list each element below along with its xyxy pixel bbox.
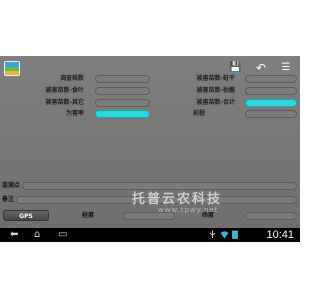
label-damage-rate: 为害率: [65, 110, 84, 117]
input-damage-rate[interactable]: [95, 110, 150, 118]
input-damaged-other[interactable]: [95, 99, 150, 107]
recent-apps-icon[interactable]: ▭: [58, 229, 67, 241]
label-damaged-total: 被害苗数-合计: [196, 99, 236, 106]
save-icon[interactable]: 💾: [229, 62, 241, 74]
back-icon[interactable]: ⬅: [10, 229, 18, 241]
label-damaged-leaf: 被害苗数-食叶: [45, 87, 85, 94]
undo-icon[interactable]: ↶: [255, 62, 267, 74]
input-survey-count[interactable]: [95, 75, 150, 83]
input-damaged-leaf[interactable]: [95, 87, 150, 95]
label-front: 前程: [192, 110, 205, 117]
home-icon[interactable]: ⌂: [34, 229, 40, 241]
input-damaged-total[interactable]: [245, 99, 297, 107]
label-longitude: 经度: [82, 212, 95, 219]
battery-icon: [232, 230, 238, 239]
watermark-text: 托普云农科技: [132, 192, 223, 207]
gps-button[interactable]: GPS: [3, 210, 49, 221]
app-window: 💾 ↶ ☰ 调查株数 被害苗数-食叶 被害苗数-其它 为害率 被害苗数-蛀干 被…: [0, 56, 300, 228]
input-damaged-wilt[interactable]: [245, 87, 297, 95]
label-damaged-other: 被害苗数-其它: [45, 99, 85, 106]
android-system-bar: ⬅ ⌂ ▭ 10:41: [0, 228, 300, 242]
app-logo-icon: [4, 61, 20, 76]
usb-icon: [209, 230, 216, 238]
label-damaged-wilt: 被害苗数-枯萎: [196, 87, 236, 94]
input-damaged-stem[interactable]: [245, 75, 297, 83]
label-damaged-stem: 被害苗数-蛀干: [196, 75, 236, 82]
label-monitoring-point: 监测点: [2, 182, 21, 189]
list-icon[interactable]: ☰: [280, 62, 292, 74]
input-latitude[interactable]: [245, 212, 297, 220]
label-survey-count: 调查株数: [59, 75, 84, 82]
input-front[interactable]: [245, 110, 297, 118]
wifi-icon: [220, 231, 229, 239]
system-clock: 10:41: [266, 229, 294, 241]
watermark-url: www.tpwy.net: [158, 206, 219, 214]
label-remark: 备注: [2, 196, 15, 203]
